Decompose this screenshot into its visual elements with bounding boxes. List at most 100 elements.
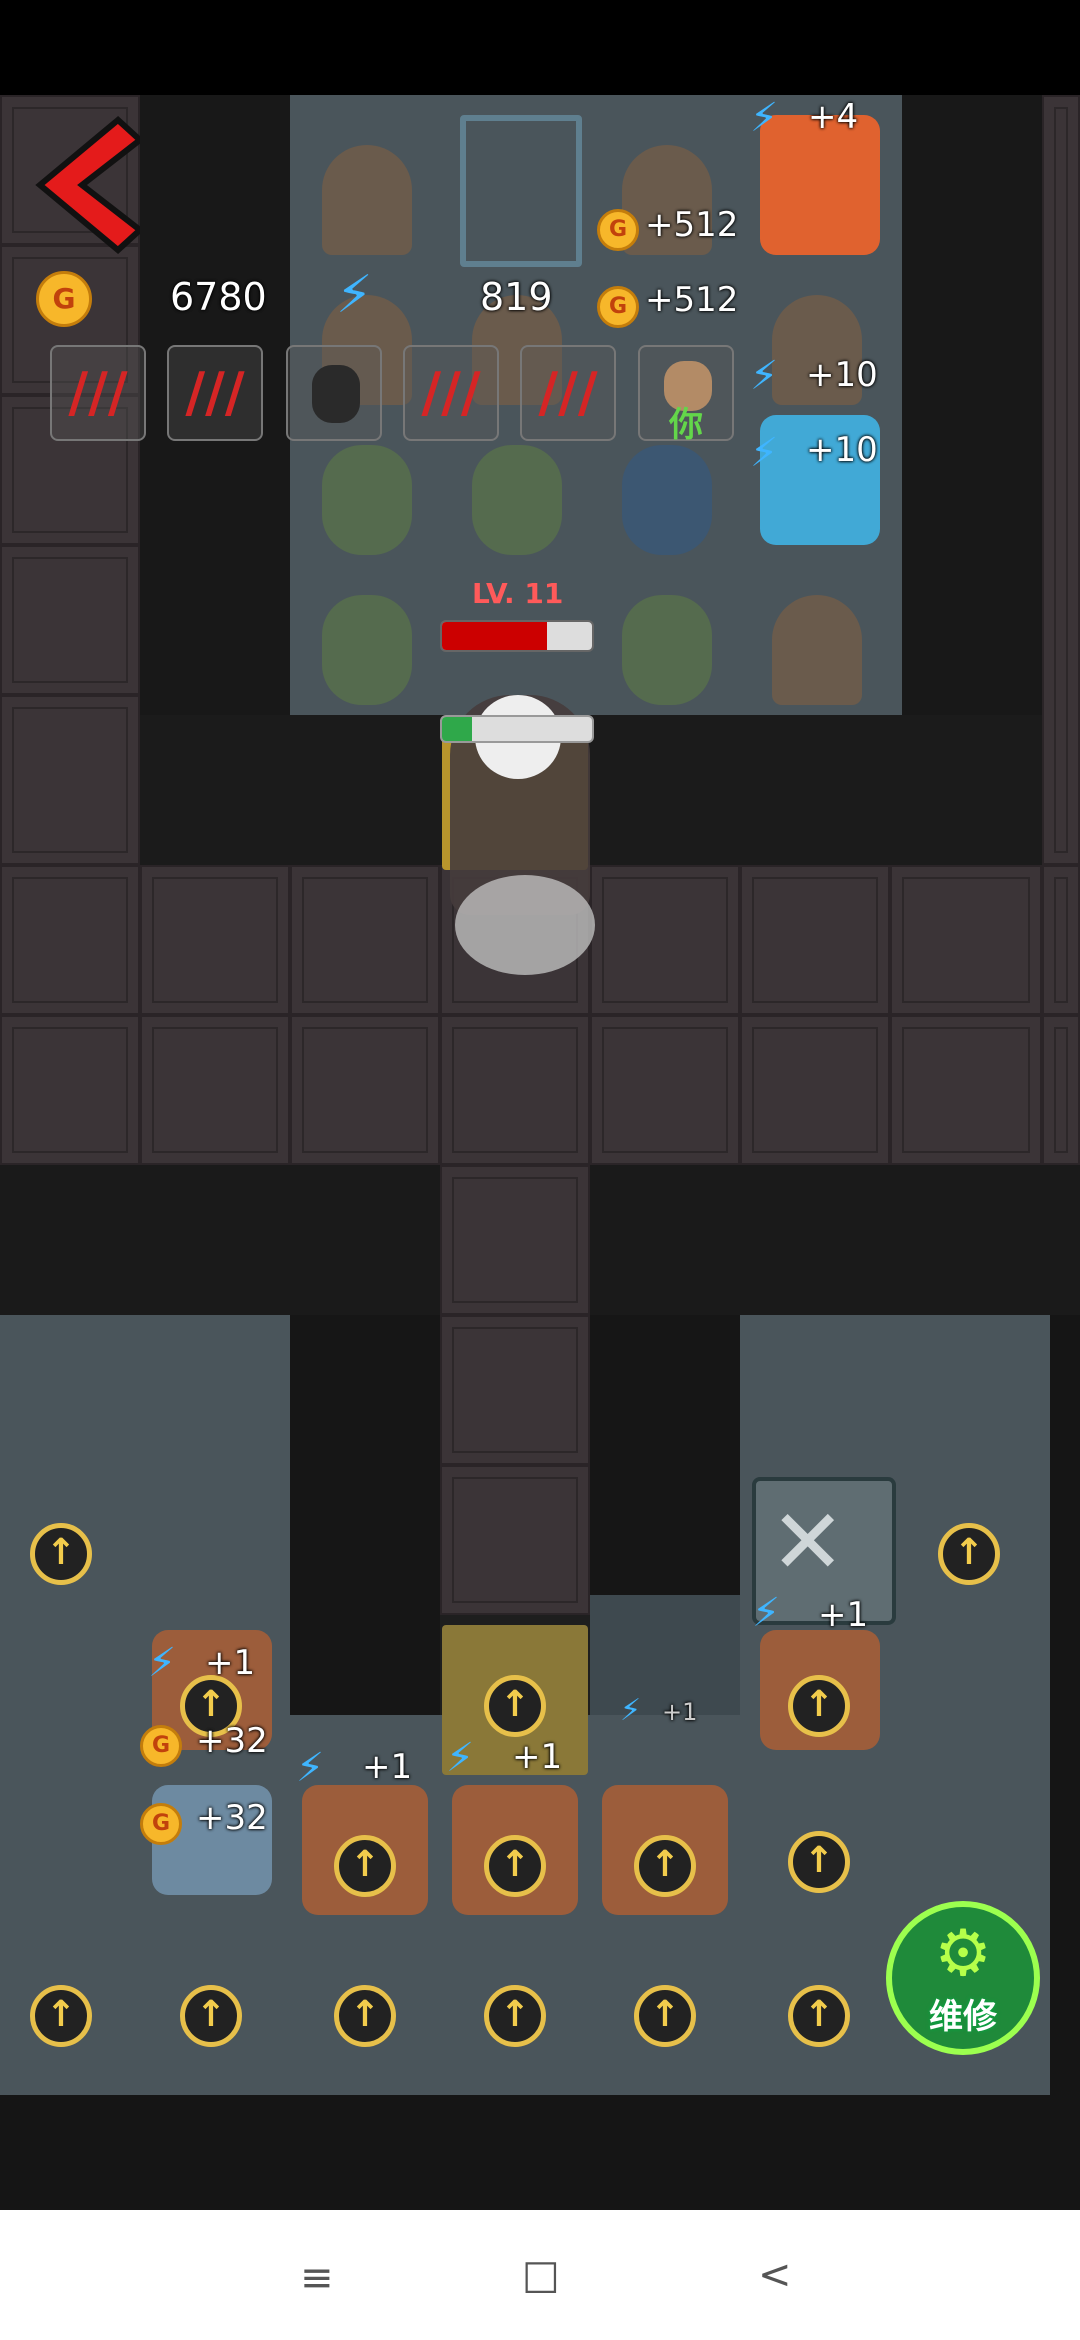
lightning-icon: ⚡ xyxy=(148,1640,177,1686)
energy-gain-text: +1 xyxy=(512,1737,563,1777)
lightning-icon: ⚡ xyxy=(752,1590,781,1636)
upgrade-arrow-icon[interactable]: ↑ xyxy=(334,1835,396,1897)
enemy-level-label: LV. 11 xyxy=(472,577,564,610)
back-icon[interactable]: < xyxy=(758,2252,792,2298)
enemy-health-bar xyxy=(440,620,594,652)
lightning-icon: ⚡ xyxy=(446,1735,475,1781)
upgrade-arrow-icon[interactable]: ↑ xyxy=(30,1523,92,1585)
upgrade-arrow-icon[interactable]: ↑ xyxy=(30,1985,92,2047)
gas-mask-machine[interactable] xyxy=(322,445,412,555)
player-slot-alive[interactable] xyxy=(286,345,382,441)
enemy-health-fill xyxy=(442,622,547,650)
wall xyxy=(590,1595,740,1715)
upgrade-arrow-icon[interactable]: ↑ xyxy=(634,1835,696,1897)
floor-tile xyxy=(1042,95,1080,865)
corridor-tile xyxy=(590,865,740,1015)
gas-mask-machine[interactable] xyxy=(472,445,562,555)
gold-coin-icon: G xyxy=(36,271,92,327)
energy-gain-text: +10 xyxy=(806,355,878,395)
furnace-machine[interactable] xyxy=(772,595,862,705)
player-slot-dead[interactable]: /// xyxy=(167,345,263,441)
wrench-screwdriver-icon: ✕ xyxy=(770,1490,846,1595)
wall xyxy=(0,1165,440,1315)
gold-amount: 6780 xyxy=(170,275,267,319)
corridor-tile xyxy=(290,1015,440,1165)
wall xyxy=(1050,1315,1080,2095)
claw-mark-icon: /// xyxy=(185,361,245,424)
home-icon[interactable]: □ xyxy=(522,2252,560,2298)
upgrade-arrow-icon[interactable]: ↑ xyxy=(788,1985,850,2047)
furnace-machine[interactable] xyxy=(322,145,412,255)
player-slot-dead[interactable]: /// xyxy=(520,345,616,441)
corridor-tile xyxy=(440,1465,590,1615)
game-view[interactable]: LV. 11 ⚡ +4 G +512 G +512 ⚡ +10 ⚡ +10 G … xyxy=(0,95,1080,2210)
upgrade-arrow-icon[interactable]: ↑ xyxy=(180,1985,242,2047)
repair-button[interactable]: ⚙ 维修 xyxy=(886,1901,1040,2055)
upgrade-arrow-icon[interactable]: ↑ xyxy=(334,1985,396,2047)
self-tag: 你 xyxy=(669,405,703,445)
gas-mask-machine[interactable] xyxy=(622,595,712,705)
upgrade-arrow-icon[interactable]: ↑ xyxy=(634,1985,696,2047)
repair-button-label: 维修 xyxy=(929,1997,997,2037)
gold-coin-icon: G xyxy=(597,286,639,328)
corridor-tile xyxy=(140,1015,290,1165)
corridor-tile xyxy=(740,1015,890,1165)
claw-mark-icon: /// xyxy=(538,361,598,424)
gold-coin-icon: G xyxy=(597,209,639,251)
corridor-tile xyxy=(590,1015,740,1165)
claw-mark-icon: /// xyxy=(68,361,128,424)
enemy-shield-fill xyxy=(442,717,472,741)
wall xyxy=(590,1165,1080,1315)
energy-icon: ⚡ xyxy=(336,265,373,325)
gold-gain-text: +512 xyxy=(645,280,739,320)
menu-icon[interactable]: ≡ xyxy=(300,2255,334,2301)
status-bar xyxy=(0,0,1080,95)
player-slot-dead[interactable]: /// xyxy=(403,345,499,441)
blue-canister-machine[interactable] xyxy=(622,445,712,555)
energy-gain-text: +1 xyxy=(662,1698,698,1726)
corridor-tile xyxy=(140,865,290,1015)
lightning-icon: ⚡ xyxy=(750,95,779,141)
lightning-icon: ⚡ xyxy=(750,353,779,399)
upgrade-arrow-icon[interactable]: ↑ xyxy=(484,1985,546,2047)
energy-gain-text: +1 xyxy=(818,1595,869,1635)
corridor-tile xyxy=(440,1315,590,1465)
back-chevron-icon[interactable] xyxy=(30,115,140,255)
gold-gain-text: +32 xyxy=(196,1721,268,1761)
wall xyxy=(0,2095,1080,2210)
wall xyxy=(290,1315,440,1715)
corridor-tile xyxy=(890,865,1042,1015)
floor-tile xyxy=(0,695,140,865)
upgrade-arrow-icon[interactable]: ↑ xyxy=(788,1675,850,1737)
corridor-tile xyxy=(290,865,440,1015)
floor-tile xyxy=(0,545,140,695)
corridor-tile xyxy=(890,1015,1042,1165)
lightning-icon: ⚡ xyxy=(296,1745,325,1791)
player-slot-self[interactable]: 你 xyxy=(638,345,734,445)
corridor-tile xyxy=(0,865,140,1015)
smoke-cloud xyxy=(455,875,595,975)
enemy-shield-bar xyxy=(440,715,594,743)
lightning-icon: ⚡ xyxy=(620,1693,642,1728)
corridor-tile xyxy=(0,1015,140,1165)
corridor-tile xyxy=(1042,865,1080,1015)
upgrade-arrow-icon[interactable]: ↑ xyxy=(938,1523,1000,1585)
gas-mask-machine[interactable] xyxy=(322,595,412,705)
system-nav-bar: ≡ □ < xyxy=(0,2210,1080,2340)
gold-gain-text: +512 xyxy=(645,205,739,245)
upgrade-arrow-icon[interactable]: ↑ xyxy=(484,1675,546,1737)
radio-tower[interactable] xyxy=(460,115,582,267)
upgrade-arrow-icon[interactable]: ↑ xyxy=(484,1835,546,1897)
corridor-tile xyxy=(440,1165,590,1315)
corridor-tile xyxy=(440,1015,590,1165)
corridor-tile xyxy=(1042,1015,1080,1165)
energy-gain-text: +4 xyxy=(808,97,859,137)
lightning-icon: ⚡ xyxy=(750,430,779,476)
gold-coin-icon: G xyxy=(140,1803,182,1845)
upgrade-arrow-icon[interactable]: ↑ xyxy=(788,1831,850,1893)
corridor-tile xyxy=(740,865,890,1015)
player-slot-dead[interactable]: /// xyxy=(50,345,146,441)
gear-wrench-icon: ⚙ xyxy=(934,1917,992,1991)
energy-gain-text: +1 xyxy=(362,1747,413,1787)
player-avatar xyxy=(312,365,360,423)
